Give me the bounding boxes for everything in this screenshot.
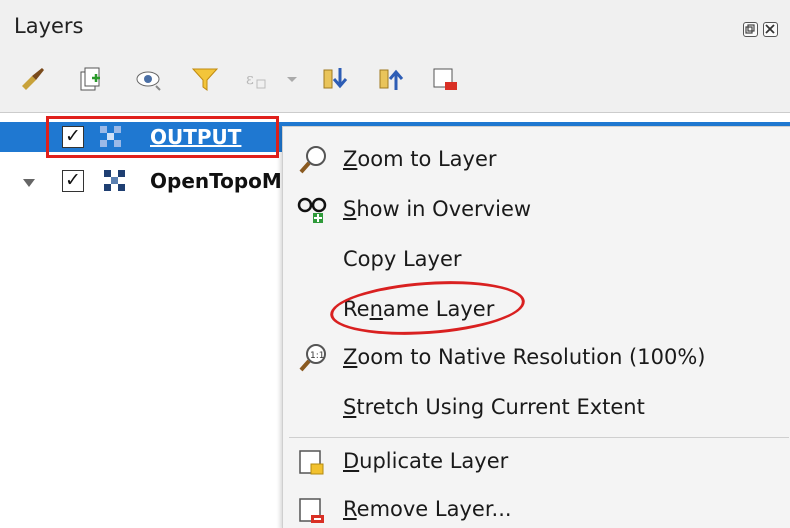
layer-checkbox[interactable]: ✓	[62, 170, 84, 192]
filter-icon[interactable]	[190, 64, 220, 94]
add-group-icon[interactable]	[76, 64, 106, 94]
menu-item-remove-layer[interactable]: Remove Layer...	[283, 487, 790, 528]
float-icon[interactable]	[743, 22, 758, 37]
layer-name[interactable]: OpenTopoM	[150, 169, 282, 193]
menu-item-duplicate-layer[interactable]: Duplicate Layer	[283, 439, 790, 485]
zoom-icon	[297, 143, 331, 177]
remove-layer-icon[interactable]	[430, 64, 460, 94]
svg-text:1:1: 1:1	[310, 351, 324, 361]
remove-layer-icon	[297, 493, 331, 527]
menu-item-zoom-native[interactable]: 1:1 Zoom to Native Resolution (100%)	[283, 335, 790, 381]
svg-text:ε: ε	[246, 70, 254, 88]
highlight-outline	[46, 116, 279, 158]
collapse-all-icon[interactable]	[376, 64, 406, 94]
menu-item-show-in-overview[interactable]: Show in Overview	[283, 187, 790, 233]
panel-title: Layers	[14, 14, 84, 38]
expression-filter-icon[interactable]: ε	[243, 64, 273, 94]
chevron-down-icon[interactable]	[284, 64, 300, 94]
style-manager-icon[interactable]	[18, 64, 48, 94]
close-icon[interactable]	[763, 22, 778, 37]
overview-icon	[297, 193, 331, 227]
visibility-icon[interactable]	[134, 64, 164, 94]
expand-all-icon[interactable]	[320, 64, 350, 94]
native-resolution-icon: 1:1	[297, 341, 331, 375]
raster-layer-icon	[104, 170, 126, 192]
menu-item-zoom-to-layer[interactable]: Zoom to Layer	[283, 137, 790, 183]
menu-item-copy-layer[interactable]: Copy Layer	[283, 237, 790, 283]
menu-divider	[289, 437, 789, 438]
expand-arrow-icon[interactable]	[22, 175, 36, 194]
duplicate-layer-icon	[297, 445, 331, 479]
menu-item-stretch-extent[interactable]: Stretch Using Current Extent	[283, 385, 790, 431]
